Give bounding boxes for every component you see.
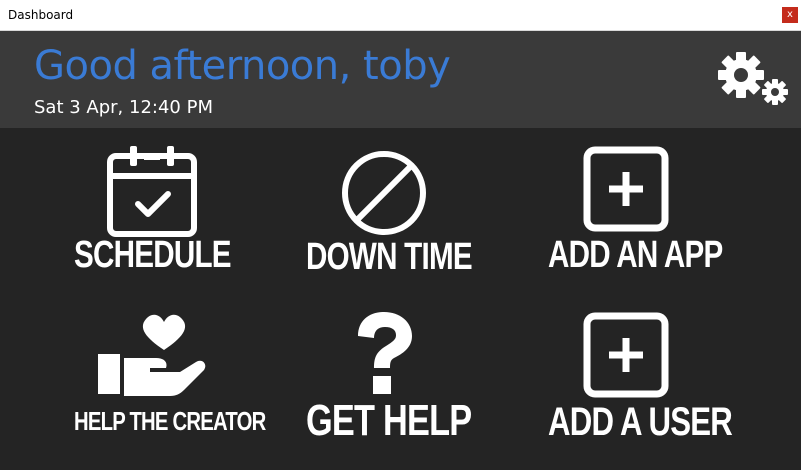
add-square-icon (583, 312, 669, 398)
add-a-user-tile[interactable]: ADD A USER (526, 310, 733, 460)
calendar-check-icon (107, 146, 197, 237)
gears-icon (718, 52, 788, 105)
greeting-text: Good afternoon, toby (34, 43, 451, 89)
window-title: Dashboard (8, 8, 74, 22)
heart-hand-icon (98, 314, 206, 396)
dashboard-grid: SCHEDULE DOWN TIME ADD AN APP HELP THE C… (0, 128, 801, 470)
help-the-creator-tile[interactable]: HELP THE CREATOR (52, 310, 266, 460)
down-time-tile[interactable]: DOWN TIME (284, 142, 484, 292)
header: Good afternoon, toby Sat 3 Apr, 12:40 PM (0, 31, 801, 128)
close-button[interactable]: x (782, 7, 798, 23)
add-an-app-label: ADD AN APP (548, 234, 723, 276)
schedule-label: SCHEDULE (74, 234, 232, 276)
datetime-text: Sat 3 Apr, 12:40 PM (34, 97, 213, 118)
schedule-tile[interactable]: SCHEDULE (52, 142, 252, 292)
get-help-label: GET HELP (306, 396, 472, 445)
window-title-bar: Dashboard x (0, 0, 801, 31)
no-entry-icon (342, 151, 426, 235)
get-help-tile[interactable]: GET HELP (284, 310, 484, 460)
settings-button[interactable] (714, 51, 792, 107)
add-a-user-label: ADD A USER (548, 400, 733, 444)
add-square-icon (583, 146, 669, 232)
question-mark-icon (358, 312, 412, 394)
down-time-label: DOWN TIME (306, 236, 473, 278)
add-an-app-tile[interactable]: ADD AN APP (526, 142, 726, 292)
help-the-creator-label: HELP THE CREATOR (74, 406, 266, 436)
